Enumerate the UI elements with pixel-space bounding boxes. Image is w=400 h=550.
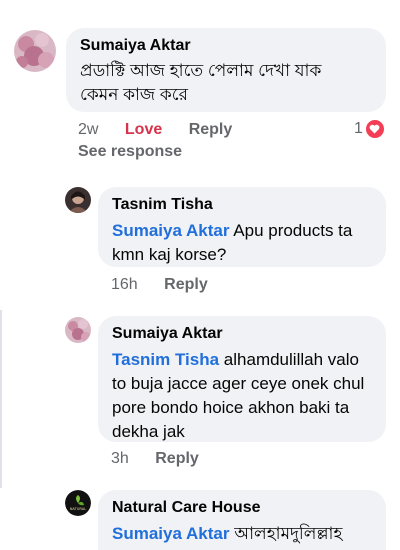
comment-text-line: Sumaiya Aktar Apu products ta (112, 219, 372, 243)
comment-bubble[interactable]: Tasnim Tisha Sumaiya Aktar Apu products … (98, 187, 386, 267)
reaction-count: 1 (354, 120, 363, 137)
comment-bubble[interactable]: Sumaiya Aktar প্রডাক্টি আজ হাতে পেলাম দে… (66, 28, 386, 112)
comment-text: প্রডাক্টি আজ হাতে পেলাম দেখা যাক কেমন কা… (80, 59, 372, 107)
love-button[interactable]: Love (125, 121, 162, 139)
comment-bubble[interactable]: Natural Care House Sumaiya Aktar আলহামদু… (98, 490, 386, 550)
comment-text-fragment: আলহামদুলিল্লাহ (229, 524, 343, 543)
comment-time[interactable]: 16h (111, 276, 138, 294)
comment-time[interactable]: 2w (78, 121, 98, 139)
comment-thread: Sumaiya Aktar প্রডাক্টি আজ হাতে পেলাম দে… (0, 0, 400, 550)
comment-actions: 2w Love Reply (78, 121, 254, 139)
comment-author[interactable]: Natural Care House (112, 498, 372, 518)
comment-text-line: প্রডাক্টি আজ হাতে পেলাম দেখা যাক (80, 61, 322, 80)
comment-author[interactable]: Sumaiya Aktar (112, 324, 372, 344)
reaction-summary[interactable]: 1 (354, 120, 384, 138)
page-logo[interactable]: NATURAL (65, 490, 91, 516)
logo-text: NATURAL (70, 507, 87, 511)
comment-text-line: Sumaiya Aktar আলহামদুলিল্লাহ (112, 522, 372, 546)
heart-icon (365, 120, 384, 138)
comment-text-fragment: alhamdulillah valo (219, 350, 359, 369)
comment-text: Sumaiya Aktar Apu products ta kmn kaj ko… (112, 219, 372, 267)
comment-text-line: Tasnim Tisha alhamdulillah valo (112, 348, 372, 372)
comment-author[interactable]: Tasnim Tisha (112, 195, 372, 215)
comment-time[interactable]: 3h (111, 450, 129, 468)
comment-author[interactable]: Sumaiya Aktar (80, 36, 372, 56)
mention-link[interactable]: Sumaiya Aktar (112, 221, 229, 240)
avatar[interactable] (65, 187, 91, 213)
reply-button[interactable]: Reply (164, 276, 208, 294)
mention-link[interactable]: Sumaiya Aktar (112, 524, 229, 543)
reply-button[interactable]: Reply (189, 121, 233, 139)
avatar[interactable] (65, 317, 91, 343)
comment-actions: 3h Reply (111, 450, 221, 468)
comment-actions: 16h Reply (111, 276, 230, 294)
comment-text-line: dekha jak (112, 422, 185, 441)
thread-line (0, 310, 2, 488)
comment-text-line: to buja jacce ager ceye onek chul (112, 374, 365, 393)
comment-text-line: kmn kaj korse? (112, 245, 227, 264)
mention-link[interactable]: Tasnim Tisha (112, 350, 219, 369)
see-response-link[interactable]: See response (78, 143, 182, 161)
comment-text: Tasnim Tisha alhamdulillah valo to buja … (112, 348, 372, 444)
comment-text-line: কেমন কাজ করে (80, 85, 188, 104)
comment-bubble[interactable]: Sumaiya Aktar Tasnim Tisha alhamdulillah… (98, 316, 386, 442)
comment-text-fragment: Apu products ta (229, 221, 353, 240)
comment-text-line: pore bondo hoice akhon baki ta (112, 398, 350, 417)
comment-text: Sumaiya Aktar আলহামদুলিল্লাহ (112, 522, 372, 546)
reply-button[interactable]: Reply (155, 450, 199, 468)
avatar[interactable] (14, 30, 56, 72)
